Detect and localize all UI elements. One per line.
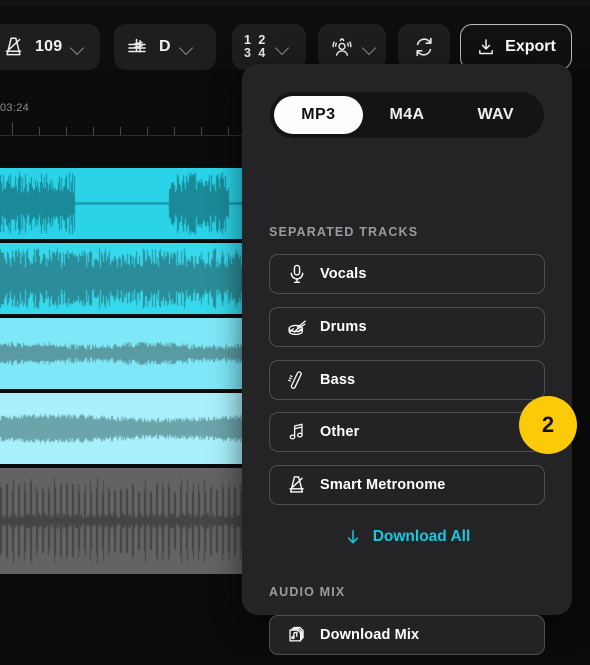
download-track-drums[interactable]: Drums [269,307,545,347]
chevron-down-icon[interactable] [276,41,289,54]
metronome-track-waveform [0,468,248,574]
time-signature-icon: 1 2 3 4 [244,32,268,61]
track-label-drums: Drums [320,319,367,335]
chevron-down-icon[interactable] [180,41,193,54]
export-dropdown-panel: MP3 M4A WAV SEPARATED TRACKS Vocals Drum… [242,64,572,655]
music-notes-icon [286,421,308,443]
microphone-icon [286,263,308,285]
download-all-label: Download All [372,528,471,545]
ruler-tick [228,127,229,135]
vocals-track-waveform [0,168,248,239]
ruler-baseline [0,135,248,136]
vocals-track[interactable] [0,168,248,239]
loop-icon [412,35,436,59]
mix-label: Download Mix [320,627,420,643]
format-tab-mp3[interactable]: MP3 [274,96,363,134]
other-track-waveform [0,393,248,464]
file-stack-music-icon [286,624,308,646]
timeline-ruler[interactable] [0,120,248,136]
step-badge: 2 [519,396,577,454]
ruler-tick [201,127,202,135]
bass-guitar-icon [286,369,308,391]
ruler-tick [93,127,94,135]
key-control[interactable]: D [114,24,216,70]
timeline-area[interactable]: 03:24 [0,70,248,590]
metronome-track[interactable] [0,468,248,574]
export-button-label: Export [505,38,556,55]
ruler-tick [174,127,175,135]
track-label-bass: Bass [320,372,356,388]
format-segmented-control[interactable]: MP3 M4A WAV [270,92,544,138]
download-track-other[interactable]: Other [269,412,545,452]
key-signature-icon [126,35,150,59]
audio-mix-heading: AUDIO MIX [269,585,346,599]
bass-track-waveform [0,318,248,389]
download-track-smart-metronome[interactable]: Smart Metronome [269,465,545,505]
chevron-down-icon[interactable] [363,41,374,54]
download-mix-button[interactable]: Download Mix [269,615,545,655]
timeline-time-label: 03:24 [0,102,30,114]
download-track-bass[interactable]: Bass [269,360,545,400]
ruler-tick [147,127,148,135]
time-signature-top: 1 2 [244,32,268,47]
bass-track[interactable] [0,318,248,389]
download-all-link[interactable]: Download All [269,522,545,552]
tempo-value: 109 [35,38,63,55]
track-label-smart-metronome: Smart Metronome [320,477,446,493]
download-track-vocals[interactable]: Vocals [269,254,545,294]
tempo-control[interactable]: 109 [0,24,100,70]
ruler-tick [39,127,40,135]
drums-track-waveform [0,243,248,314]
format-tab-m4a[interactable]: M4A [363,96,452,134]
track-label-vocals: Vocals [320,266,367,282]
app-root: 03:24 109 D 1 2 3 4 Export MP3 M4A WAV S… [0,0,590,665]
time-signature-bottom: 3 4 [244,46,268,60]
download-icon [476,37,496,57]
toolbar: 109 D 1 2 3 4 Export [0,6,590,70]
format-tab-wav[interactable]: WAV [451,96,540,134]
separated-tracks-heading: SEPARATED TRACKS [269,225,419,239]
metronome-icon [2,35,26,59]
ruler-tick [66,127,67,135]
ruler-tick [120,127,121,135]
other-track[interactable] [0,393,248,464]
snare-drum-icon [286,316,308,338]
drums-track[interactable] [0,243,248,314]
track-label-other: Other [320,424,360,440]
chevron-down-icon[interactable] [71,41,84,54]
ruler-tick [12,122,13,135]
metronome-icon [286,474,308,496]
arrow-down-icon [344,528,362,546]
vocal-guide-icon [330,35,354,59]
key-value: D [159,38,171,55]
